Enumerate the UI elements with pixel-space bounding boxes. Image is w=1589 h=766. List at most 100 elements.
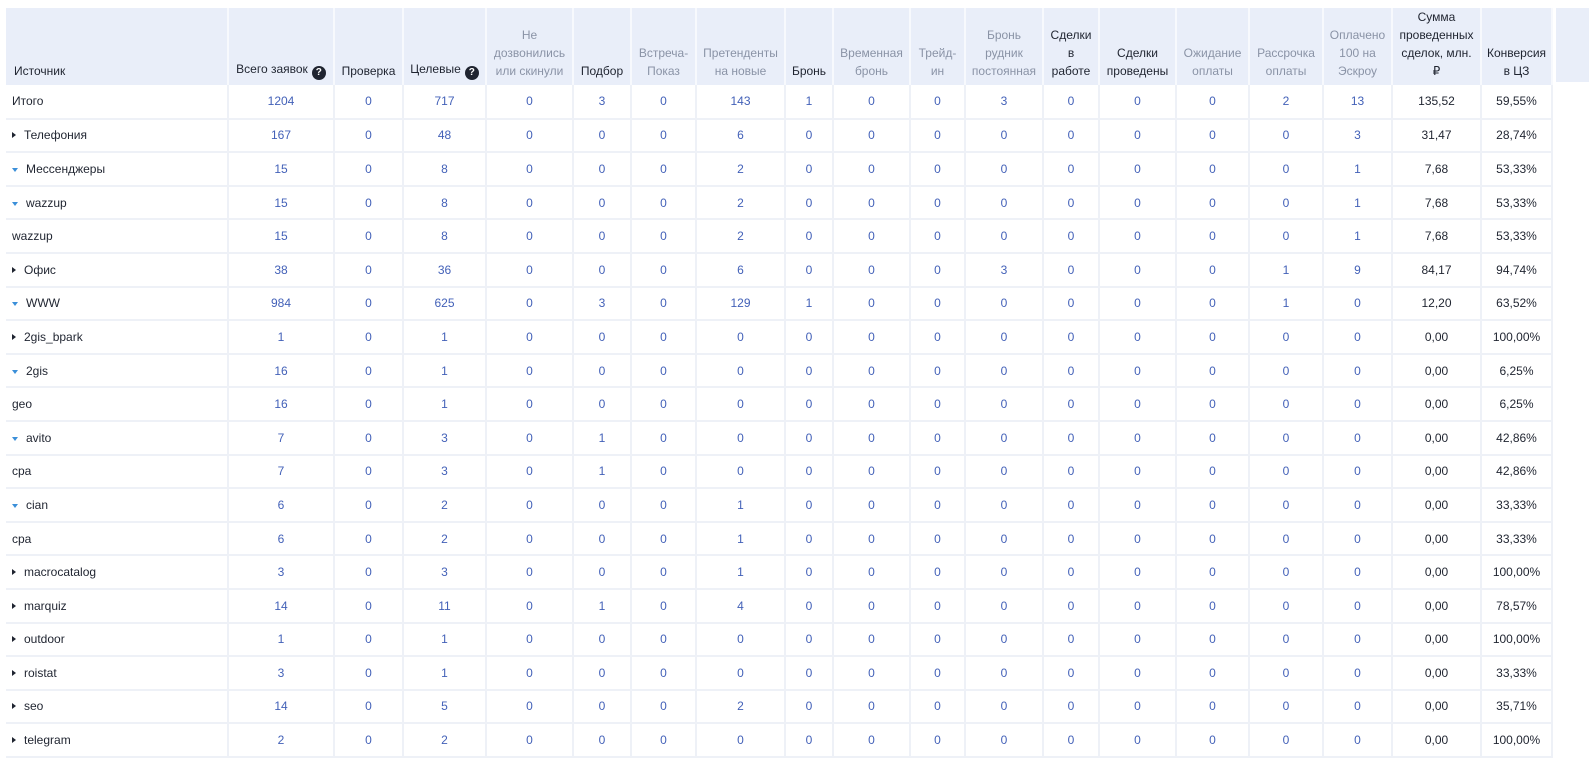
cell-temp-booking[interactable]: 0 bbox=[833, 656, 911, 691]
cell-selection[interactable]: 0 bbox=[573, 521, 632, 557]
cell-booking[interactable]: 0 bbox=[785, 420, 834, 456]
cell-awaiting-payment[interactable]: 0 bbox=[1176, 588, 1250, 624]
column-header-selection[interactable]: Подбор bbox=[573, 8, 632, 85]
cell-no-answer[interactable]: 0 bbox=[486, 622, 574, 658]
cell-target[interactable]: 3 bbox=[403, 454, 487, 490]
cell-installment[interactable]: 0 bbox=[1249, 387, 1324, 422]
cell-applicants[interactable]: 0 bbox=[696, 387, 786, 422]
cell-total[interactable]: 167 bbox=[228, 118, 335, 154]
cell-escrow-paid[interactable]: 0 bbox=[1323, 353, 1393, 389]
cell-perm-booking[interactable]: 0 bbox=[965, 488, 1044, 523]
cell-deals-in-work[interactable]: 0 bbox=[1043, 286, 1100, 322]
cell-escrow-paid[interactable]: 0 bbox=[1323, 622, 1393, 658]
cell-installment[interactable]: 0 bbox=[1249, 588, 1324, 624]
column-header-target[interactable]: Целевые? bbox=[403, 8, 487, 85]
cell-booking[interactable]: 0 bbox=[785, 185, 834, 221]
cell-booking[interactable]: 0 bbox=[785, 387, 834, 422]
cell-perm-booking[interactable]: 0 bbox=[965, 689, 1044, 725]
column-header-applicants[interactable]: Претенденты на новые bbox=[696, 8, 786, 85]
cell-installment[interactable]: 2 bbox=[1249, 85, 1324, 120]
cell-installment[interactable]: 0 bbox=[1249, 689, 1324, 725]
cell-installment[interactable]: 0 bbox=[1249, 152, 1324, 187]
cell-total[interactable]: 14 bbox=[228, 588, 335, 624]
cell-booking[interactable]: 1 bbox=[785, 286, 834, 322]
cell-temp-booking[interactable]: 0 bbox=[833, 353, 911, 389]
cell-escrow-paid[interactable]: 0 bbox=[1323, 387, 1393, 422]
cell-selection[interactable]: 0 bbox=[573, 387, 632, 422]
cell-target[interactable]: 2 bbox=[403, 488, 487, 523]
cell-applicants[interactable]: 0 bbox=[696, 622, 786, 658]
cell-selection[interactable]: 3 bbox=[573, 286, 632, 322]
cell-check[interactable]: 0 bbox=[334, 252, 404, 288]
cell-awaiting-payment[interactable]: 0 bbox=[1176, 689, 1250, 725]
cell-trade-in[interactable]: 0 bbox=[910, 555, 966, 590]
cell-selection[interactable]: 0 bbox=[573, 723, 632, 758]
cell-booking[interactable]: 0 bbox=[785, 622, 834, 658]
cell-booking[interactable]: 0 bbox=[785, 689, 834, 725]
column-header-deals-in-work[interactable]: Сделки в работе bbox=[1043, 8, 1100, 85]
cell-deals-done[interactable]: 0 bbox=[1099, 521, 1177, 557]
cell-booking[interactable]: 0 bbox=[785, 320, 834, 355]
cell-selection[interactable]: 0 bbox=[573, 252, 632, 288]
collapse-right-icon[interactable] bbox=[12, 737, 16, 744]
source-cell[interactable]: seo bbox=[6, 689, 229, 725]
cell-no-answer[interactable]: 0 bbox=[486, 555, 574, 590]
cell-meeting[interactable]: 0 bbox=[631, 185, 697, 221]
cell-total[interactable]: 16 bbox=[228, 353, 335, 389]
cell-selection[interactable]: 0 bbox=[573, 185, 632, 221]
cell-temp-booking[interactable]: 0 bbox=[833, 387, 911, 422]
cell-booking[interactable]: 0 bbox=[785, 454, 834, 490]
cell-total[interactable]: 15 bbox=[228, 219, 335, 254]
cell-deals-in-work[interactable]: 0 bbox=[1043, 454, 1100, 490]
cell-selection[interactable]: 0 bbox=[573, 118, 632, 154]
column-header-deals-done[interactable]: Сделки проведены bbox=[1099, 8, 1177, 85]
cell-check[interactable]: 0 bbox=[334, 420, 404, 456]
column-header-source[interactable]: Источник bbox=[6, 8, 229, 85]
cell-total[interactable]: 2 bbox=[228, 723, 335, 758]
cell-meeting[interactable]: 0 bbox=[631, 286, 697, 322]
cell-check[interactable]: 0 bbox=[334, 152, 404, 187]
cell-deals-done[interactable]: 0 bbox=[1099, 656, 1177, 691]
cell-installment[interactable]: 0 bbox=[1249, 353, 1324, 389]
column-header-booking[interactable]: Бронь bbox=[785, 8, 834, 85]
cell-perm-booking[interactable]: 0 bbox=[965, 118, 1044, 154]
cell-applicants[interactable]: 1 bbox=[696, 521, 786, 557]
cell-escrow-paid[interactable]: 3 bbox=[1323, 118, 1393, 154]
cell-temp-booking[interactable]: 0 bbox=[833, 488, 911, 523]
column-header-perm-booking[interactable]: Бронь рудник постоянная bbox=[965, 8, 1044, 85]
cell-trade-in[interactable]: 0 bbox=[910, 152, 966, 187]
cell-escrow-paid[interactable]: 1 bbox=[1323, 185, 1393, 221]
cell-applicants[interactable]: 2 bbox=[696, 152, 786, 187]
cell-check[interactable]: 0 bbox=[334, 387, 404, 422]
cell-trade-in[interactable]: 0 bbox=[910, 353, 966, 389]
cell-no-answer[interactable]: 0 bbox=[486, 723, 574, 758]
cell-deals-in-work[interactable]: 0 bbox=[1043, 118, 1100, 154]
collapse-right-icon[interactable] bbox=[12, 703, 16, 710]
cell-selection[interactable]: 0 bbox=[573, 219, 632, 254]
cell-escrow-paid[interactable]: 9 bbox=[1323, 252, 1393, 288]
cell-escrow-paid[interactable]: 0 bbox=[1323, 454, 1393, 490]
cell-applicants[interactable]: 0 bbox=[696, 723, 786, 758]
cell-deals-done[interactable]: 0 bbox=[1099, 555, 1177, 590]
cell-awaiting-payment[interactable]: 0 bbox=[1176, 286, 1250, 322]
cell-trade-in[interactable]: 0 bbox=[910, 252, 966, 288]
cell-perm-booking[interactable]: 0 bbox=[965, 353, 1044, 389]
cell-target[interactable]: 2 bbox=[403, 521, 487, 557]
cell-awaiting-payment[interactable]: 0 bbox=[1176, 454, 1250, 490]
cell-target[interactable]: 8 bbox=[403, 219, 487, 254]
cell-selection[interactable]: 0 bbox=[573, 320, 632, 355]
cell-check[interactable]: 0 bbox=[334, 118, 404, 154]
cell-escrow-paid[interactable]: 0 bbox=[1323, 420, 1393, 456]
cell-deals-done[interactable]: 0 bbox=[1099, 387, 1177, 422]
collapse-right-icon[interactable] bbox=[12, 669, 16, 676]
cell-check[interactable]: 0 bbox=[334, 320, 404, 355]
cell-deals-done[interactable]: 0 bbox=[1099, 85, 1177, 120]
cell-target[interactable]: 36 bbox=[403, 252, 487, 288]
cell-deals-in-work[interactable]: 0 bbox=[1043, 320, 1100, 355]
cell-escrow-paid[interactable]: 13 bbox=[1323, 85, 1393, 120]
cell-applicants[interactable]: 0 bbox=[696, 353, 786, 389]
cell-awaiting-payment[interactable]: 0 bbox=[1176, 420, 1250, 456]
cell-escrow-paid[interactable]: 0 bbox=[1323, 723, 1393, 758]
cell-perm-booking[interactable]: 0 bbox=[965, 521, 1044, 557]
cell-target[interactable]: 625 bbox=[403, 286, 487, 322]
